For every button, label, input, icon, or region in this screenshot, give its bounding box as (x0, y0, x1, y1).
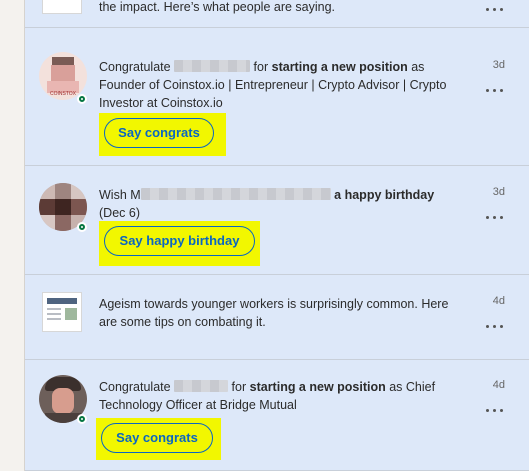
timestamp: 3d (492, 59, 505, 71)
avatar[interactable]: COINSTOX (39, 52, 87, 100)
company-logo-text: COINSTOX (49, 91, 77, 97)
notification-item[interactable]: COINSTOX Congratulate for starting a new… (25, 28, 529, 166)
article-thumbnail-icon (42, 0, 82, 14)
more-options-icon[interactable] (486, 216, 504, 220)
notifications-feed: the impact. Here’s what people are sayin… (24, 0, 529, 471)
redacted-name (174, 380, 229, 392)
highlight-box: Say congrats (99, 113, 226, 156)
notification-text: Ageism towards younger workers is surpri… (99, 297, 449, 329)
article-thumbnail-icon (42, 292, 82, 332)
timestamp: 3d (492, 186, 505, 198)
redacted-name (174, 60, 251, 72)
more-options-icon[interactable] (486, 89, 504, 93)
timestamp: 4d (492, 295, 505, 307)
say-congrats-button[interactable]: Say congrats (104, 118, 214, 148)
notification-item[interactable]: the impact. Here’s what people are sayin… (25, 0, 529, 28)
highlight-box: Say happy birthday (99, 221, 260, 266)
redacted-name (140, 188, 331, 200)
online-status-icon (77, 94, 87, 104)
online-status-icon (77, 414, 87, 424)
notification-item[interactable]: Congratulate for starting a new position… (25, 360, 529, 471)
online-status-icon (77, 222, 87, 232)
more-options-icon[interactable] (486, 409, 504, 413)
highlight-box: Say congrats (96, 418, 221, 460)
notification-text: Congratulate for starting a new position… (99, 60, 447, 110)
more-options-icon[interactable] (486, 8, 504, 12)
more-options-icon[interactable] (486, 325, 504, 329)
notification-text: the impact. Here’s what people are sayin… (99, 0, 336, 14)
timestamp: 4d (492, 379, 505, 391)
notification-text: Congratulate for starting a new position… (99, 380, 436, 412)
say-happy-birthday-button[interactable]: Say happy birthday (104, 226, 255, 256)
notification-text: Wish M a happy birthday (Dec 6) (99, 188, 435, 220)
say-congrats-button[interactable]: Say congrats (101, 423, 213, 453)
notification-item[interactable]: Wish M a happy birthday (Dec 6) 3d Say h… (25, 166, 529, 275)
notification-item[interactable]: Ageism towards younger workers is surpri… (25, 275, 529, 360)
